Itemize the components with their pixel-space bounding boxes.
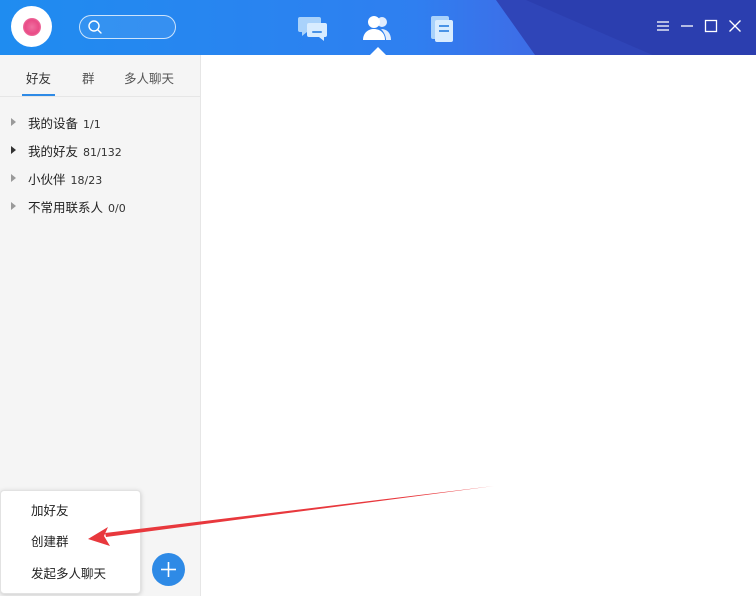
add-popup-menu: 加好友 创建群 发起多人聊天 xyxy=(0,490,141,594)
group-count: 18/23 xyxy=(70,173,103,187)
search-input[interactable] xyxy=(79,15,176,39)
add-button[interactable] xyxy=(152,553,185,586)
group-label: 不常用联系人 xyxy=(28,199,104,215)
maximize-icon xyxy=(704,19,718,33)
active-tab-indicator xyxy=(370,47,386,55)
chat-bubbles-icon xyxy=(298,17,327,41)
tab-messages[interactable] xyxy=(297,12,329,44)
minimize-button[interactable] xyxy=(679,18,695,34)
tab-friends[interactable]: 好友 xyxy=(26,68,51,87)
group-my-devices[interactable]: 我的设备 1/1 xyxy=(0,108,200,136)
tab-contacts[interactable] xyxy=(361,12,393,44)
group-label: 我的设备 xyxy=(28,115,79,131)
minimize-icon xyxy=(681,25,693,27)
title-bar xyxy=(0,0,756,55)
contact-group-list: 我的设备 1/1 我的好友 81/132 小伙伴 18/23 不常用联系人 0/0 xyxy=(0,108,200,220)
tab-documents[interactable] xyxy=(425,12,457,44)
flower-avatar-icon xyxy=(22,17,41,36)
menu-item-start-multi-chat[interactable]: 发起多人聊天 xyxy=(31,563,106,582)
tab-multi-chat[interactable]: 多人聊天 xyxy=(124,68,174,87)
menu-button[interactable] xyxy=(655,18,671,34)
expand-arrow-icon xyxy=(11,202,16,210)
group-label: 我的好友 xyxy=(28,143,79,159)
contact-tabs: 好友 群 多人聊天 xyxy=(0,55,200,97)
maximize-button[interactable] xyxy=(703,18,719,34)
menu-item-create-group[interactable]: 创建群 xyxy=(31,531,69,550)
avatar[interactable] xyxy=(11,6,52,47)
main-panel xyxy=(201,55,756,596)
group-my-friends[interactable]: 我的好友 81/132 xyxy=(0,136,200,164)
expand-arrow-icon xyxy=(11,146,16,154)
group-count: 1/1 xyxy=(83,117,101,131)
close-button[interactable] xyxy=(727,18,743,34)
group-infrequent-contacts[interactable]: 不常用联系人 0/0 xyxy=(0,192,200,220)
group-count: 0/0 xyxy=(108,201,126,215)
contacts-icon xyxy=(363,16,391,40)
group-count: 81/132 xyxy=(83,145,122,159)
menu-icon xyxy=(657,21,669,31)
expand-arrow-icon xyxy=(11,118,16,126)
expand-arrow-icon xyxy=(11,174,16,182)
search-icon xyxy=(88,20,102,34)
tab-groups[interactable]: 群 xyxy=(82,68,95,87)
document-icon xyxy=(431,16,453,42)
active-tab-underline xyxy=(22,94,55,96)
group-label: 小伙伴 xyxy=(28,171,66,187)
plus-icon xyxy=(161,562,176,577)
menu-item-add-friend[interactable]: 加好友 xyxy=(31,500,69,519)
close-icon xyxy=(729,20,741,32)
group-buddies[interactable]: 小伙伴 18/23 xyxy=(0,164,200,192)
